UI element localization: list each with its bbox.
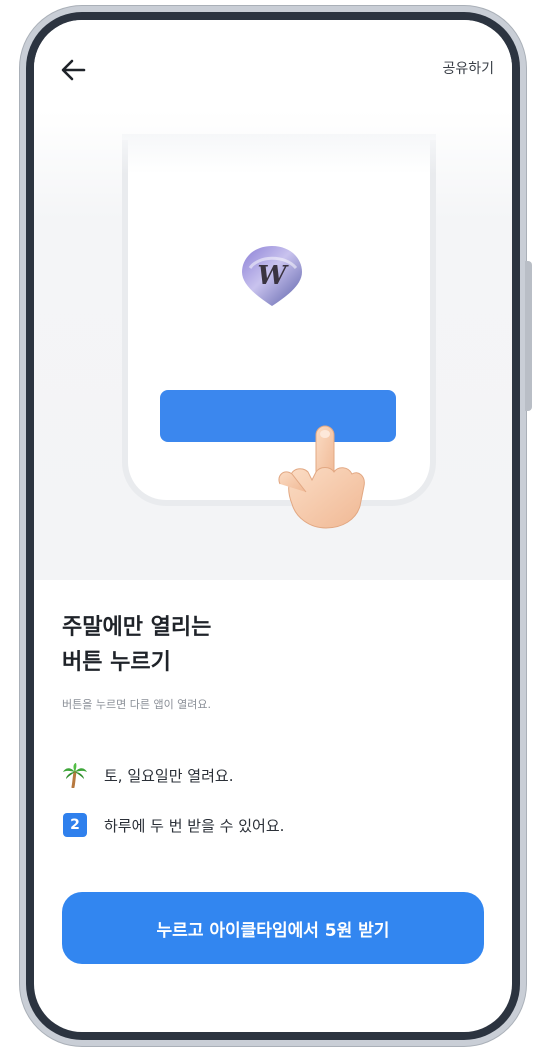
- number-badge-icon: 2: [62, 812, 88, 838]
- w-gem-logo: W: [242, 246, 302, 306]
- feature-text: 토, 일요일만 열려요.: [104, 766, 234, 785]
- feature-weekend: 토, 일요일만 열려요.: [62, 762, 233, 788]
- badge-number: 2: [63, 813, 87, 837]
- share-button[interactable]: 공유하기: [442, 58, 494, 78]
- device-bezel: 공유하기 W 주말에만 열리는 버튼 누르기 버튼을 누르면 다른 앱이 열려요…: [26, 12, 520, 1040]
- logo-letter: W: [257, 261, 289, 291]
- palm-tree-icon: [62, 762, 88, 788]
- feature-twice-daily: 2 하루에 두 번 받을 수 있어요.: [62, 812, 284, 838]
- pointing-hand-icon: [278, 425, 365, 529]
- side-button: [525, 261, 532, 411]
- page-title: 주말에만 열리는 버튼 누르기: [62, 610, 482, 680]
- page-subtitle: 버튼을 누르면 다른 앱이 열려요.: [62, 698, 212, 711]
- device-frame: 공유하기 W 주말에만 열리는 버튼 누르기 버튼을 누르면 다른 앱이 열려요…: [20, 6, 532, 1046]
- title-line-1: 주말에만 열리는: [62, 615, 212, 640]
- feature-text: 하루에 두 번 받을 수 있어요.: [104, 816, 285, 835]
- back-button[interactable]: [54, 50, 94, 90]
- title-line-2: 버튼 누르기: [62, 650, 171, 676]
- claim-reward-button[interactable]: 누르고 아이클타임에서 5원 받기: [62, 892, 484, 964]
- arrow-left-icon: [61, 59, 86, 81]
- screen: 공유하기 W 주말에만 열리는 버튼 누르기 버튼을 누르면 다른 앱이 열려요…: [34, 20, 512, 1032]
